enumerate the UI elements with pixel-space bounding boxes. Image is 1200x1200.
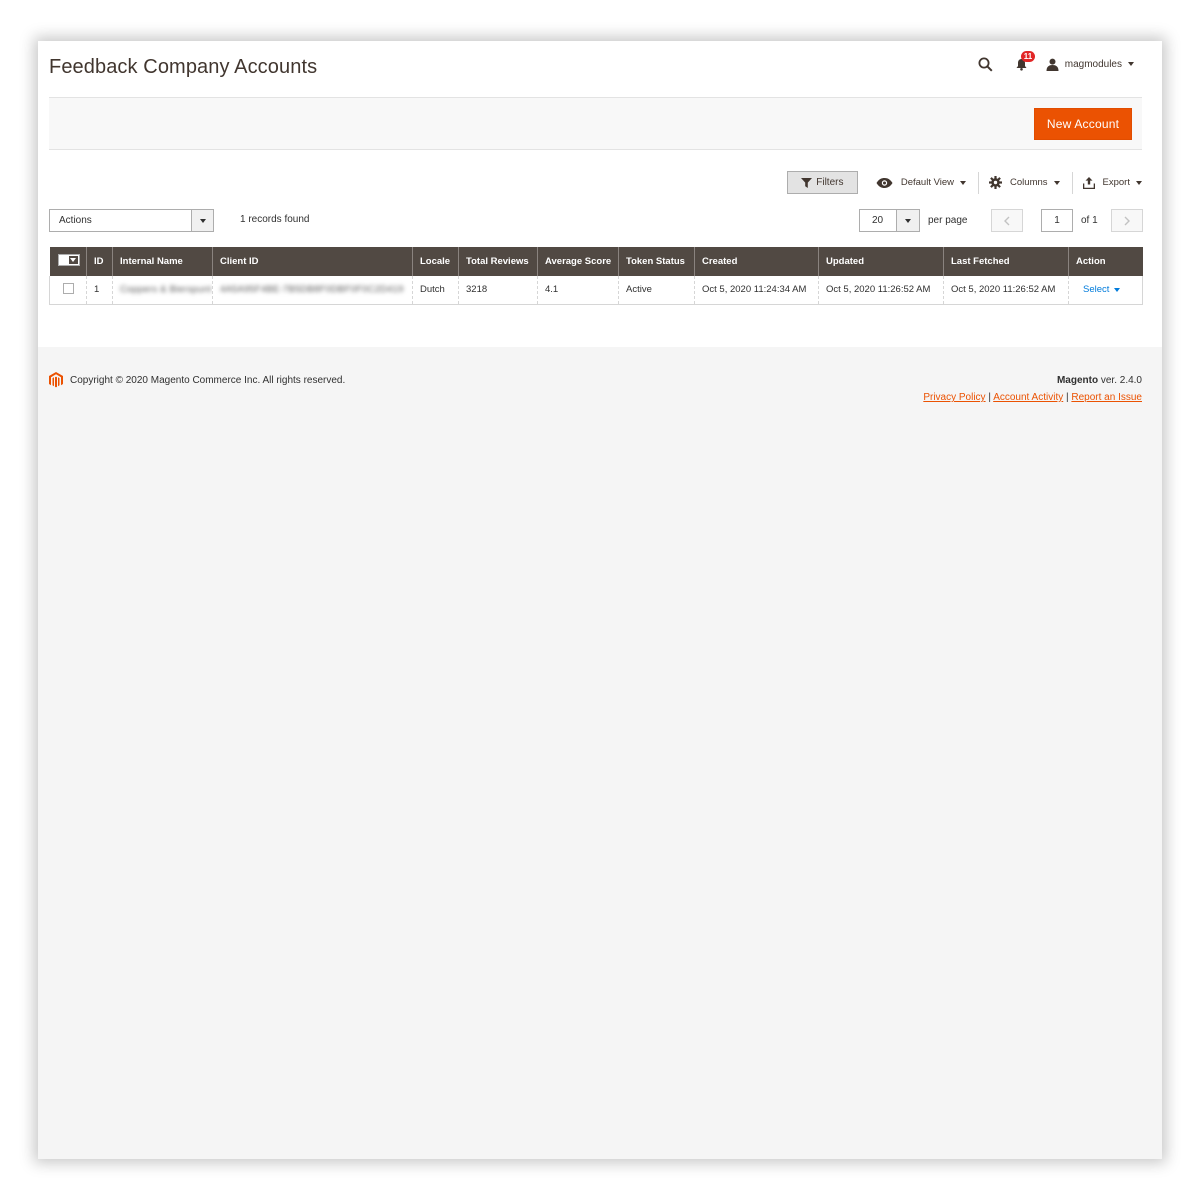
chevron-down-icon: [1114, 287, 1121, 292]
cell-last-fetched: Oct 5, 2020 11:26:52 AM: [943, 276, 1069, 305]
internal-name-value: Coppers & Bierspunt: [120, 284, 212, 296]
chevron-down-icon: [896, 210, 919, 231]
column-header-internal-name[interactable]: Internal Name: [112, 247, 213, 276]
admin-window: Feedback Company Accounts 11 magmodules …: [38, 41, 1162, 1159]
mass-actions-label: Actions: [59, 215, 92, 226]
column-header-token-status[interactable]: Token Status: [618, 247, 695, 276]
records-found-count: 1 records found: [240, 214, 310, 225]
column-header-created[interactable]: Created: [694, 247, 819, 276]
chevron-down-icon: [960, 180, 967, 185]
username-label: magmodules: [1064, 58, 1122, 70]
table-row: 1 Coppers & Bierspunt 4A5A95F4BE-7B5DB8F…: [49, 276, 1143, 305]
column-header-average-score[interactable]: Average Score: [537, 247, 619, 276]
grid-toolbar: Filters Default View Columns Export: [786, 171, 1142, 194]
chevron-down-icon: [1128, 62, 1134, 66]
header-actions: 11 magmodules: [978, 50, 1134, 73]
column-header-locale[interactable]: Locale: [412, 247, 459, 276]
eye-icon: [876, 177, 893, 188]
cell-locale: Dutch: [412, 276, 459, 305]
next-page-button[interactable]: [1111, 209, 1143, 232]
chevron-left-icon: [1004, 216, 1010, 225]
cell-total-reviews: 3218: [458, 276, 538, 305]
current-page-input[interactable]: 1: [1041, 209, 1073, 232]
account-activity-link[interactable]: Account Activity: [993, 392, 1063, 403]
cell-client-id: 4A5A95F4BE-7B5DB8F0DBF0F0C2D419: [212, 276, 413, 305]
notifications-button[interactable]: 11: [1015, 50, 1036, 71]
view-label: Default View: [900, 177, 955, 188]
upload-icon: [1082, 176, 1095, 189]
mass-select-checkbox[interactable]: [57, 254, 80, 266]
export-dropdown[interactable]: Export: [1082, 176, 1142, 189]
row-action-select[interactable]: Select: [1083, 284, 1121, 296]
cell-internal-name: Coppers & Bierspunt: [112, 276, 213, 305]
row-select-cell[interactable]: [49, 276, 87, 305]
gear-icon: [989, 176, 1003, 189]
accounts-grid: ID Internal Name Client ID Locale Total …: [49, 247, 1143, 305]
previous-page-button[interactable]: [991, 209, 1023, 232]
client-id-value: 4A5A95F4BE-7B5DB8F0DBF0F0C2D419: [220, 284, 404, 296]
chevron-right-icon: [1124, 216, 1130, 225]
total-pages-label: of 1: [1081, 215, 1098, 226]
chevron-down-icon: [191, 210, 213, 231]
copyright-text: Copyright © 2020 Magento Commerce Inc. A…: [70, 375, 346, 386]
magento-logo-icon: [49, 372, 63, 393]
user-icon: [1046, 58, 1059, 71]
chevron-down-icon: [68, 256, 78, 264]
per-page-select[interactable]: 20: [859, 209, 920, 232]
version-info: Magento ver. 2.4.0: [1057, 375, 1142, 386]
columns-label: Columns: [1010, 177, 1048, 188]
export-label: Export: [1102, 177, 1130, 188]
column-header-updated[interactable]: Updated: [818, 247, 944, 276]
search-icon[interactable]: [978, 57, 993, 72]
cell-created: Oct 5, 2020 11:24:34 AM: [694, 276, 819, 305]
grid-header-row: ID Internal Name Client ID Locale Total …: [49, 247, 1143, 276]
cell-updated: Oct 5, 2020 11:26:52 AM: [818, 276, 944, 305]
cell-token-status: Active: [618, 276, 695, 305]
columns-dropdown[interactable]: Columns: [989, 176, 1060, 189]
user-menu[interactable]: magmodules: [1046, 58, 1134, 71]
row-action-label: Select: [1083, 284, 1110, 296]
filters-label: Filters: [816, 177, 844, 188]
link-separator: |: [1066, 392, 1069, 403]
chevron-down-icon: [1053, 180, 1060, 185]
column-header-action: Action: [1068, 247, 1143, 276]
per-page-value: 20: [872, 215, 884, 226]
chevron-down-icon: [1136, 180, 1142, 185]
grid-controls: Actions 1 records found 20 per page 1 of…: [49, 209, 1143, 232]
privacy-policy-link[interactable]: Privacy Policy: [923, 392, 985, 403]
footer-links: Privacy Policy | Account Activity | Repo…: [923, 392, 1142, 403]
report-issue-link[interactable]: Report an Issue: [1071, 392, 1142, 403]
mass-select-header[interactable]: [49, 247, 87, 276]
toolbar-divider: [978, 171, 980, 194]
mass-actions-select[interactable]: Actions: [49, 209, 214, 232]
page-actions-bar: New Account: [49, 97, 1142, 150]
link-separator: |: [988, 392, 991, 403]
notification-count-badge: 11: [1020, 50, 1036, 62]
version-number: ver. 2.4.0: [1098, 375, 1142, 386]
cell-average-score: 4.1: [537, 276, 619, 305]
view-switcher[interactable]: Default View: [876, 177, 967, 188]
toolbar-divider: [1071, 171, 1073, 194]
new-account-button[interactable]: New Account: [1034, 108, 1132, 140]
funnel-icon: [801, 177, 813, 188]
column-header-last-fetched[interactable]: Last Fetched: [943, 247, 1069, 276]
column-header-id[interactable]: ID: [86, 247, 113, 276]
per-page-label: per page: [928, 215, 968, 226]
row-checkbox[interactable]: [63, 282, 74, 294]
cell-action: Select: [1068, 276, 1143, 305]
column-header-total-reviews[interactable]: Total Reviews: [458, 247, 538, 276]
brand-name: Magento: [1056, 375, 1099, 386]
page-title: Feedback Company Accounts: [49, 56, 318, 78]
cell-id: 1: [86, 276, 113, 305]
filters-button[interactable]: Filters: [786, 171, 858, 194]
column-header-client-id[interactable]: Client ID: [212, 247, 413, 276]
